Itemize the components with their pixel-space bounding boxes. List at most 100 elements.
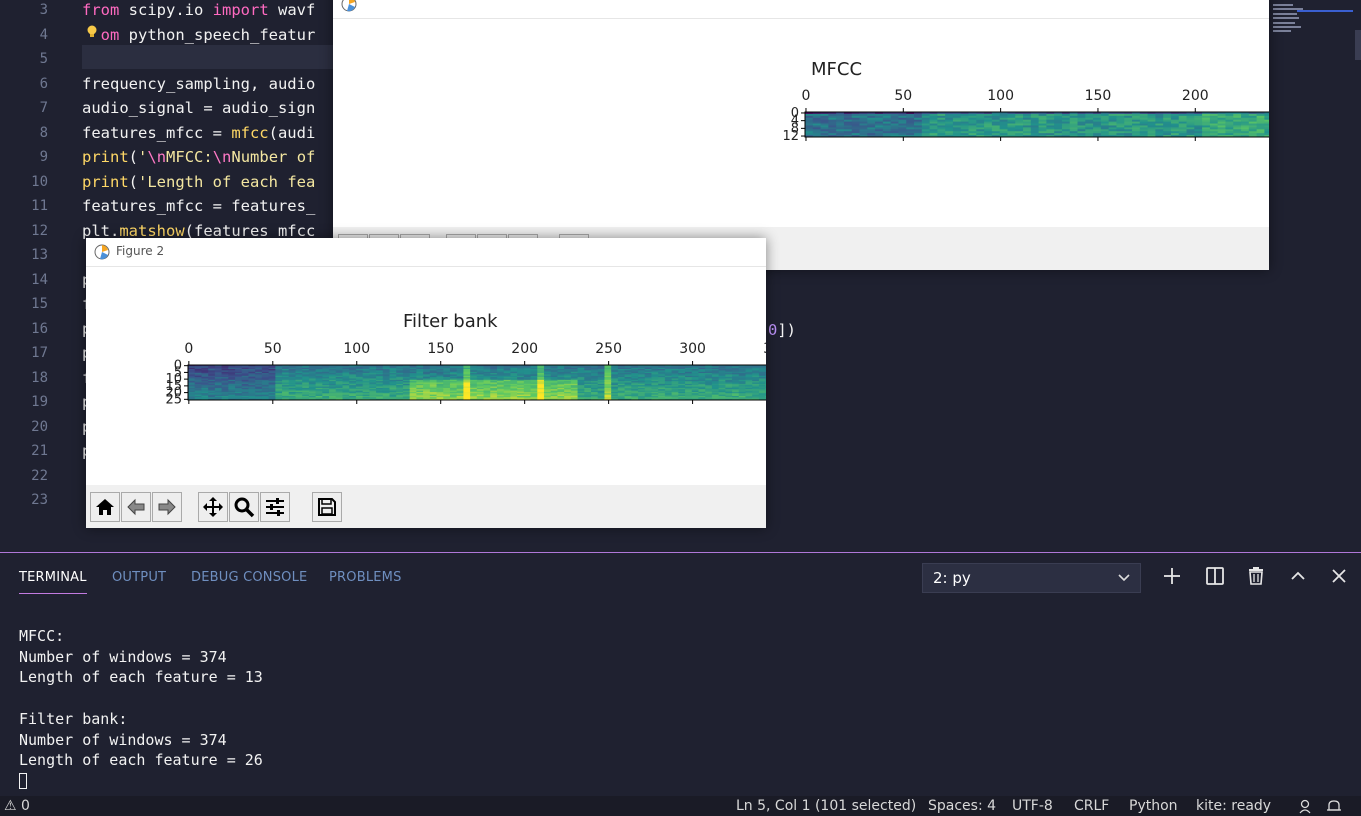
heatmap-cell bbox=[188, 377, 196, 379]
heatmap-cell bbox=[517, 366, 525, 369]
tab-output[interactable]: OUTPUT bbox=[112, 570, 166, 585]
heatmap-cell bbox=[449, 366, 458, 369]
tab-terminal[interactable]: TERMINAL bbox=[19, 570, 87, 594]
heatmap-cell bbox=[402, 381, 411, 383]
heatmap-cell bbox=[564, 378, 572, 381]
indentation[interactable]: Spaces: 4 bbox=[928, 798, 996, 814]
heatmap-cell bbox=[537, 374, 545, 377]
heatmap-cell bbox=[604, 367, 612, 370]
heatmap-cell bbox=[463, 379, 471, 382]
heatmap-cells bbox=[188, 365, 766, 401]
heatmap-cell bbox=[235, 379, 243, 382]
heatmap-cell bbox=[496, 398, 505, 401]
heatmap-cell bbox=[261, 397, 270, 400]
trash-icon[interactable] bbox=[1245, 565, 1267, 587]
heatmap-cell bbox=[651, 382, 659, 385]
heatmap-cell bbox=[335, 394, 344, 397]
heatmap-cell bbox=[517, 385, 525, 387]
heatmap-cell bbox=[1100, 112, 1110, 115]
chevron-up-icon[interactable] bbox=[1287, 565, 1309, 587]
language-mode[interactable]: Python bbox=[1129, 798, 1178, 814]
heatmap-cell bbox=[355, 386, 364, 389]
tab-debug-console[interactable]: DEBUG CONSOLE bbox=[191, 570, 307, 585]
kite-status[interactable]: kite: ready bbox=[1196, 798, 1271, 814]
heatmap-cell bbox=[389, 385, 397, 387]
heatmap-cell bbox=[537, 382, 545, 385]
problems-indicator[interactable]: ⚠ 0 bbox=[4, 798, 30, 814]
heatmap-cell bbox=[282, 377, 290, 379]
cursor-position[interactable]: Ln 5, Col 1 (101 selected) bbox=[736, 798, 916, 814]
heatmap-cell bbox=[517, 367, 525, 370]
heatmap-cell bbox=[329, 371, 337, 374]
heatmap-cell bbox=[463, 393, 471, 396]
heatmap-cell bbox=[490, 389, 498, 391]
heatmap-cell bbox=[208, 397, 216, 400]
heatmap-cell bbox=[476, 383, 485, 386]
figure-1-titlebar[interactable] bbox=[333, 0, 1269, 19]
pan-button[interactable] bbox=[198, 492, 228, 522]
zoom-button[interactable] bbox=[229, 492, 259, 522]
encoding[interactable]: UTF-8 bbox=[1012, 798, 1053, 814]
figure-2-window[interactable]: Figure 2 Filter bank 0501001502002503003… bbox=[86, 238, 766, 528]
heatmap-cell bbox=[678, 370, 686, 373]
home-button[interactable] bbox=[90, 492, 120, 522]
heatmap-cell bbox=[1077, 129, 1086, 132]
heatmap-cell bbox=[898, 117, 907, 121]
forward-button[interactable] bbox=[152, 492, 182, 522]
heatmap-cell bbox=[984, 125, 993, 128]
configure-subplots-button[interactable] bbox=[260, 492, 290, 522]
heatmap-cell bbox=[725, 387, 733, 390]
minimap[interactable] bbox=[1271, 0, 1355, 40]
heatmap-cell bbox=[416, 391, 424, 394]
feedback-icon[interactable] bbox=[1298, 799, 1314, 814]
heatmap-cell bbox=[671, 365, 679, 367]
heatmap-cell bbox=[1248, 117, 1258, 121]
heatmap-cell bbox=[705, 393, 713, 396]
split-terminal-icon[interactable] bbox=[1204, 565, 1226, 587]
editor-scrollbar[interactable] bbox=[1355, 30, 1361, 60]
figure-2-titlebar[interactable]: Figure 2 bbox=[86, 238, 766, 267]
tab-problems[interactable]: PROBLEMS bbox=[329, 570, 402, 585]
heatmap-cell bbox=[315, 398, 323, 401]
lightbulb-icon[interactable] bbox=[86, 25, 98, 39]
heatmap-cell bbox=[1186, 135, 1195, 138]
heatmap-cell bbox=[550, 370, 559, 373]
heatmap-cell bbox=[1194, 117, 1203, 121]
heatmap-cell bbox=[671, 395, 679, 398]
heatmap-cell bbox=[1030, 123, 1040, 126]
heatmap-cell bbox=[463, 367, 471, 370]
heatmap-cell bbox=[282, 386, 290, 389]
heatmap-cell bbox=[470, 394, 478, 397]
heatmap-cell bbox=[678, 382, 686, 385]
figure-1-window[interactable]: MFCC 05010015020025030035004812 bbox=[333, 0, 1269, 270]
heatmap-cell bbox=[349, 397, 357, 400]
heatmap-cell bbox=[429, 381, 438, 383]
back-button[interactable] bbox=[121, 492, 151, 522]
heatmap-cell bbox=[248, 391, 256, 394]
heatmap-cell bbox=[604, 394, 612, 397]
plus-icon[interactable] bbox=[1161, 565, 1183, 587]
heatmap-cell bbox=[396, 373, 404, 375]
save-button[interactable] bbox=[312, 492, 342, 522]
close-icon[interactable] bbox=[1328, 565, 1350, 587]
heatmap-cell bbox=[1132, 121, 1141, 124]
bell-icon[interactable] bbox=[1326, 799, 1342, 814]
heatmap-cell bbox=[530, 371, 538, 374]
heatmap-cell bbox=[329, 391, 337, 394]
heatmap-cell bbox=[758, 375, 766, 378]
line-ending[interactable]: CRLF bbox=[1074, 798, 1109, 814]
heatmap-cell bbox=[248, 393, 256, 396]
heatmap-cell bbox=[906, 112, 915, 115]
heatmap-cell bbox=[1209, 112, 1219, 115]
heatmap-cell bbox=[1061, 123, 1071, 126]
heatmap-cell bbox=[685, 365, 693, 367]
terminal-select[interactable]: 2: py bbox=[922, 563, 1141, 593]
heatmap-cell bbox=[960, 131, 970, 134]
heatmap-cell bbox=[221, 394, 229, 397]
heatmap-cell bbox=[537, 371, 545, 374]
heatmap-cell bbox=[805, 125, 814, 128]
heatmap-cell bbox=[443, 395, 451, 398]
heatmap-cell bbox=[523, 386, 532, 389]
heatmap-cell bbox=[235, 366, 243, 369]
heatmap-cell bbox=[651, 397, 659, 400]
